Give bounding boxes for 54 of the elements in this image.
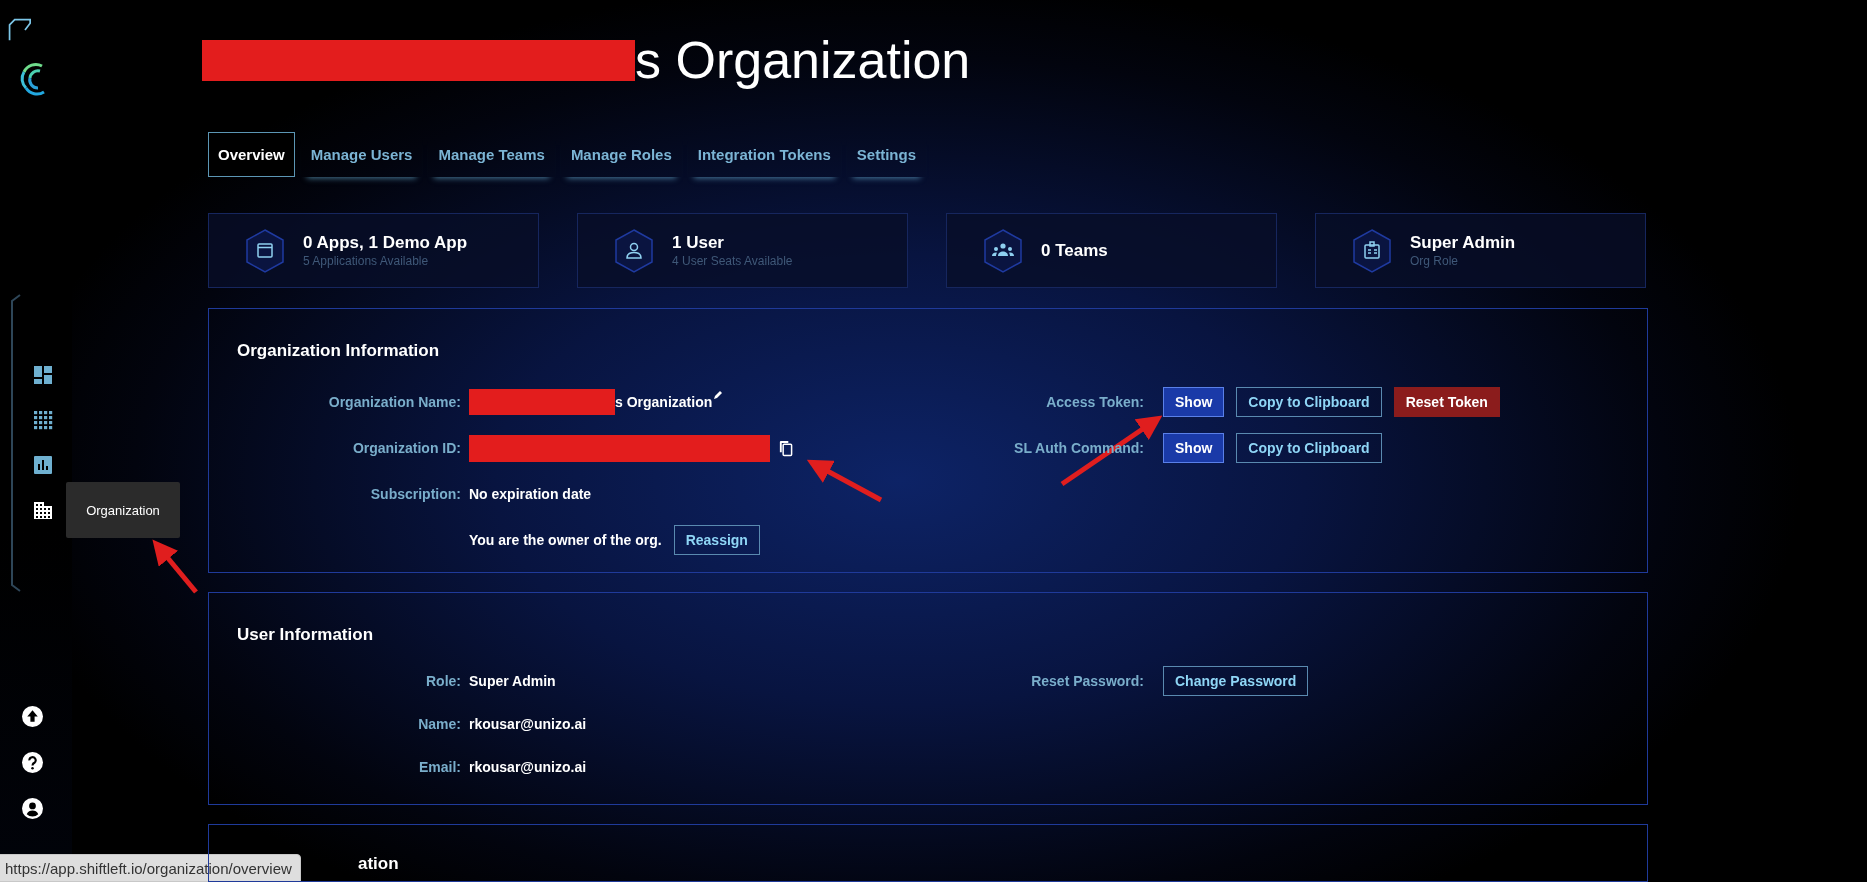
panel-title: ation [358, 853, 400, 874]
stat-subtitle: 4 User Seats Available [672, 254, 793, 268]
token-button[interactable]: Show [1163, 433, 1225, 463]
stat-title: Super Admin [1410, 233, 1516, 253]
id-badge-icon [1352, 228, 1392, 273]
reassign-button[interactable]: Reassign [673, 525, 760, 555]
stat-title: 0 Teams [1041, 240, 1108, 261]
field-value: You are the owner of the org. [469, 532, 662, 548]
page-title: s Organization [202, 30, 1867, 90]
field-label: Organization ID: [352, 440, 461, 456]
building-icon[interactable] [32, 499, 54, 520]
panel-title: User Information [237, 625, 375, 646]
field-value: Super Admin [469, 672, 556, 689]
field-value: s Organization [615, 394, 713, 410]
tab[interactable]: Manage Users [300, 132, 423, 177]
bar-chart-icon[interactable] [32, 454, 54, 475]
team-icon [983, 228, 1023, 273]
field-value: No expiration date [469, 486, 592, 502]
token-button[interactable]: Copy to Clipboard [1236, 433, 1382, 463]
tab[interactable]: Manage Teams [428, 132, 555, 177]
annotation-arrow [152, 539, 198, 594]
change-password-button[interactable]: Change Password [1163, 665, 1309, 696]
tooltip: Organization [66, 482, 180, 538]
copy-icon[interactable] [778, 439, 793, 457]
user-icon [614, 228, 654, 273]
field-label: Access Token: [1045, 394, 1144, 410]
stat-title: 0 Apps, 1 Demo App [303, 233, 468, 253]
tab[interactable]: Manage Roles [560, 132, 682, 177]
token-button[interactable]: Copy to Clipboard [1236, 387, 1382, 417]
stat-title: 1 User [672, 233, 725, 253]
field-label: Role: [426, 672, 461, 689]
logo-frame-icon [6, 18, 32, 42]
field-label: Name: [418, 715, 461, 732]
field-value: rkousar@unizo.ai [469, 758, 587, 775]
dashboard-icon[interactable] [32, 364, 54, 385]
field-label: Email: [419, 758, 461, 775]
field-label: Organization Name: [328, 394, 461, 410]
stat-subtitle: Org Role [1410, 254, 1460, 268]
panel-title: Organization Information [237, 341, 441, 361]
window-icon [245, 228, 285, 273]
tab[interactable]: Integration Tokens [687, 132, 841, 177]
tab[interactable]: Settings [846, 132, 926, 177]
account-icon[interactable] [22, 798, 43, 819]
help-icon[interactable] [22, 752, 43, 773]
field-label: Subscription: [370, 486, 461, 502]
field-label: Reset Password: [1030, 672, 1144, 689]
pencil-icon[interactable] [713, 390, 724, 400]
field-value: rkousar@unizo.ai [469, 715, 587, 732]
stat-subtitle: 5 Applications Available [303, 254, 430, 268]
tab[interactable]: Overview [208, 132, 295, 177]
token-button[interactable]: Show [1163, 387, 1225, 417]
grid-icon[interactable] [32, 409, 54, 430]
token-button[interactable]: Reset Token [1393, 387, 1500, 417]
upload-icon[interactable] [22, 706, 43, 727]
